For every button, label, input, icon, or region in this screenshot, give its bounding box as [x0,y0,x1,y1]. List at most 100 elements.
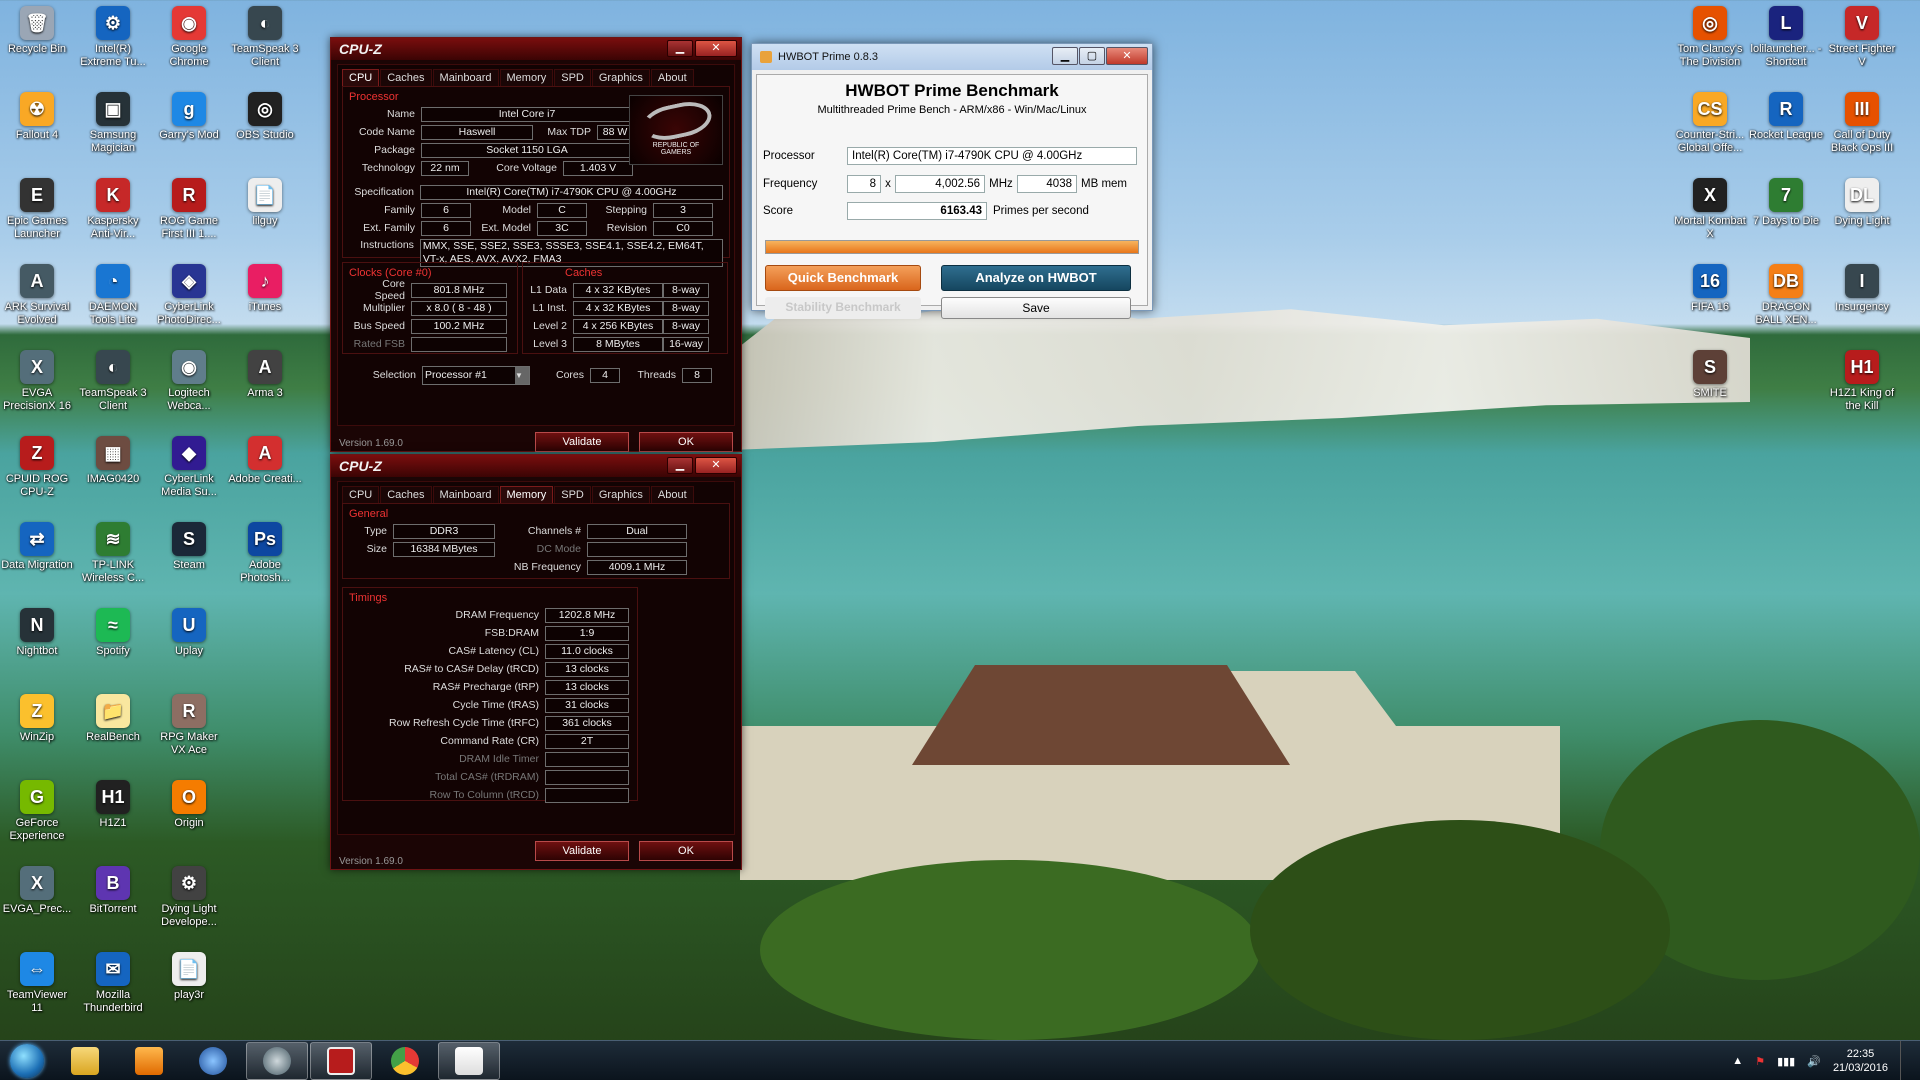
desktop-icon[interactable]: ◉ Google Chrome [152,2,226,84]
tab-memory[interactable]: Memory [499,69,554,86]
desktop-icon[interactable]: ◔ DAEMON Tools Lite [76,260,150,342]
desktop-icon[interactable]: K Kaspersky Anti-Vir... [76,174,150,256]
desktop-icon[interactable]: H1 H1Z1 King of the Kill [1825,346,1899,428]
desktop-icon[interactable]: ◉ Logitech Webca... [152,346,226,428]
desktop-icon[interactable]: S SMITE [1673,346,1747,428]
close-button[interactable]: ✕ [1106,47,1148,65]
desktop-icon[interactable]: X EVGA_Prec... [0,862,74,944]
minimize-button[interactable]: ▁ [667,457,693,474]
desktop-icon[interactable]: R RPG Maker VX Ace [152,690,226,772]
validate-button[interactable]: Validate [535,841,629,861]
minimize-button[interactable]: ▁ [1052,47,1078,65]
desktop-icon[interactable]: Ps Adobe Photosh... [228,518,302,600]
desktop-icon[interactable]: B BitTorrent [76,862,150,944]
desktop-icon[interactable]: S Steam [152,518,226,600]
tab-caches[interactable]: Caches [380,69,432,86]
tab-caches[interactable]: Caches [380,486,432,503]
desktop-icon[interactable]: III Call of Duty Black Ops III [1825,88,1899,170]
tab-graphics[interactable]: Graphics [591,486,650,503]
quick-benchmark-button[interactable]: Quick Benchmark [765,265,921,291]
desktop-icon[interactable]: 🗑 Recycle Bin [0,2,74,84]
desktop-icon[interactable]: Z WinZip [0,690,74,772]
tab-about[interactable]: About [650,486,694,503]
desktop-icon[interactable]: V Street Fighter V [1825,2,1899,84]
desktop-icon[interactable]: Llolilauncher... - Shortcut [1749,2,1823,84]
close-button[interactable]: ✕ [695,457,737,474]
desktop-icon[interactable]: E Epic Games Launcher [0,174,74,256]
desktop-icon[interactable]: N Nightbot [0,604,74,686]
hwbot-window[interactable]: HWBOT Prime 0.8.3 ▁ ▢ ✕ HWBOT Prime Benc… [751,43,1153,319]
desktop-icon[interactable]: Z CPUID ROG CPU-Z [0,432,74,514]
show-desktop-button[interactable] [1900,1041,1912,1080]
desktop-icon[interactable]: A ARK Survival Evolved [0,260,74,342]
validate-button[interactable]: Validate [535,432,629,452]
desktop-icon[interactable]: DL Dying Light [1825,174,1899,256]
processor-select[interactable]: Processor #1 ▼ [422,365,530,385]
desktop-icon[interactable]: H1 H1Z1 [76,776,150,858]
desktop-icon[interactable]: G GeForce Experience [0,776,74,858]
desktop-icon[interactable]: g Garry's Mod [152,88,226,170]
taskbar-thunderbird[interactable] [182,1042,244,1080]
desktop-icon[interactable]: ◐ TeamSpeak 3 Client [76,346,150,428]
desktop-icon[interactable]: CS Counter-Stri... Global Offe... [1673,88,1747,170]
tab-mainboard[interactable]: Mainboard [432,486,499,503]
desktop-icon[interactable]: ◈ CyberLink PhotoDirec... [152,260,226,342]
chevron-down-icon[interactable]: ▼ [515,366,529,384]
desktop-icon[interactable]: ≈ Spotify [76,604,150,686]
desktop-icon[interactable]: DB DRAGON BALL XEN... [1749,260,1823,342]
tab-about[interactable]: About [650,69,694,86]
taskbar-media-player[interactable] [118,1042,180,1080]
desktop-icon[interactable]: I Insurgency [1825,260,1899,342]
desktop-icon[interactable]: A Adobe Creati... [228,432,302,514]
desktop-icon[interactable]: ▣ Samsung Magician [76,88,150,170]
desktop-icon[interactable]: ◎ OBS Studio [228,88,302,170]
volume-icon[interactable]: 🔊 [1807,1055,1821,1068]
tab-mainboard[interactable]: Mainboard [432,69,499,86]
desktop-icon[interactable]: U Uplay [152,604,226,686]
desktop-icon[interactable]: ☢ Fallout 4 [0,88,74,170]
start-button[interactable] [0,1042,54,1080]
desktop-icon[interactable]: 📄 lilguy [228,174,302,256]
desktop-icon[interactable]: ✉ Mozilla Thunderbird [76,948,150,1030]
desktop-icon[interactable]: O Origin [152,776,226,858]
desktop-icon[interactable]: A Arma 3 [228,346,302,428]
desktop-icon[interactable]: ≋ TP-LINK Wireless C... [76,518,150,600]
ok-button[interactable]: OK [639,432,733,452]
maximize-button[interactable]: ▢ [1079,47,1105,65]
taskbar-hwbot[interactable] [246,1041,308,1080]
desktop-icon[interactable]: ♪ iTunes [228,260,302,342]
desktop-icon[interactable]: 📁 RealBench [76,690,150,772]
desktop-icon[interactable]: 📄 play3r [152,948,226,1030]
cpuz-memory-window[interactable]: CPU-Z ▁ ✕ CPU Caches Mainboard Memory SP… [330,454,742,870]
tab-cpu[interactable]: CPU [342,486,380,503]
chevron-up-icon[interactable]: ▲ [1732,1055,1743,1067]
tab-spd[interactable]: SPD [554,69,591,86]
taskbar-explorer[interactable] [54,1042,116,1080]
clock[interactable]: 22:35 21/03/2016 [1833,1047,1888,1075]
desktop-icon[interactable]: ⚙ Intel(R) Extreme Tu... [76,2,150,84]
action-center-flag-icon[interactable]: ⚑ [1755,1055,1765,1068]
desktop-icon[interactable]: ▦ IMAG0420 [76,432,150,514]
desktop-icon[interactable]: ◎ Tom Clancy's The Division [1673,2,1747,84]
desktop-icon[interactable]: X Mortal Kombat X [1673,174,1747,256]
stability-benchmark-button[interactable]: Stability Benchmark [765,297,921,319]
taskbar-java[interactable] [438,1041,500,1080]
network-icon[interactable]: ▮▮▮ [1777,1055,1795,1068]
tab-graphics[interactable]: Graphics [591,69,650,86]
desktop-icon[interactable]: 16 FIFA 16 [1673,260,1747,342]
taskbar-cpuz[interactable] [310,1041,372,1080]
desktop-icon[interactable]: ⇄ Data Migration [0,518,74,600]
desktop-icon[interactable]: 7 7 Days to Die [1749,174,1823,256]
tab-cpu[interactable]: CPU [342,69,380,86]
desktop-icon[interactable]: R ROG Game First III 1.... [152,174,226,256]
cpuz-cpu-window[interactable]: CPU-Z ▁ ✕ CPU Caches Mainboard Memory SP… [330,37,742,452]
ok-button[interactable]: OK [639,841,733,861]
desktop-icon[interactable]: X EVGA PrecisionX 16 [0,346,74,428]
tab-spd[interactable]: SPD [554,486,591,503]
desktop-icon[interactable]: R Rocket League [1749,88,1823,170]
taskbar-chrome[interactable] [374,1042,436,1080]
save-button[interactable]: Save [941,297,1131,319]
desktop-icon[interactable]: ⇔ TeamViewer 11 [0,948,74,1030]
desktop-icon[interactable]: ◐ TeamSpeak 3 Client [228,2,302,84]
desktop-icon[interactable]: ◆ CyberLink Media Su... [152,432,226,514]
